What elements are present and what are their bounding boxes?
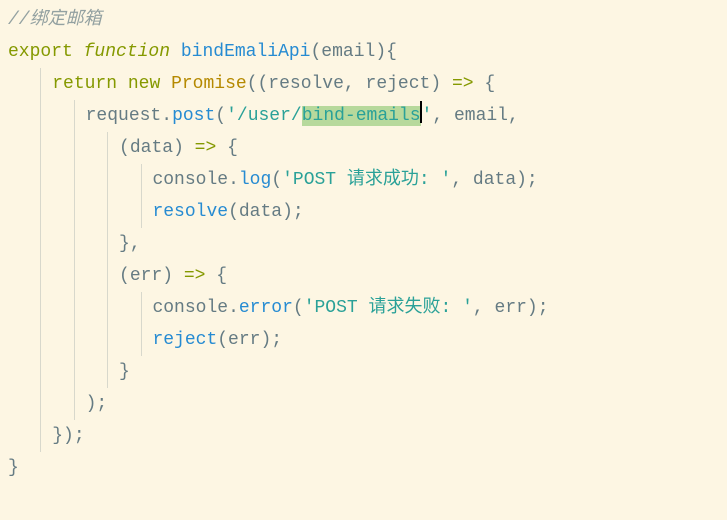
obj-console: console <box>152 298 228 318</box>
selection: bind-emails <box>302 106 421 126</box>
brace: }, <box>119 234 141 254</box>
line-13: ); <box>8 394 107 414</box>
param-err: err <box>130 266 162 286</box>
delim: ) <box>162 266 173 286</box>
delim: , <box>344 74 366 94</box>
text: , email, <box>432 106 518 126</box>
param-resolve: resolve <box>268 74 344 94</box>
line-6: console.log('POST 请求成功: ', data); <box>8 170 538 190</box>
kw-export: export <box>8 42 73 62</box>
delim: ( <box>119 138 130 158</box>
line-7: resolve(data); <box>8 202 304 222</box>
brace: } <box>8 458 19 478</box>
delim: ); <box>86 394 108 414</box>
line-10: console.error('POST 请求失败: ', err); <box>8 298 549 318</box>
kw-new: new <box>128 74 160 94</box>
fn-name: bindEmaliApi <box>181 42 311 62</box>
delim: ( <box>215 106 226 126</box>
method-log: log <box>239 170 271 190</box>
param-email: email <box>321 42 375 62</box>
obj-console: console <box>152 170 228 190</box>
string: ' <box>422 106 433 126</box>
text: , err); <box>473 298 549 318</box>
arrow: => <box>173 266 216 286</box>
delim: ( <box>293 298 304 318</box>
line-8: }, <box>8 234 141 254</box>
delim: ) <box>173 138 184 158</box>
line-14: }); <box>8 426 85 446</box>
text: (err); <box>217 330 282 350</box>
brace: { <box>484 74 495 94</box>
line-11: reject(err); <box>8 330 282 350</box>
brace: } <box>119 362 130 382</box>
comment: //绑定邮箱 <box>8 10 102 30</box>
kw-return: return <box>52 74 117 94</box>
line-12: } <box>8 362 130 382</box>
brace: { <box>216 266 227 286</box>
delim: (( <box>247 74 269 94</box>
dot: . <box>228 298 239 318</box>
dot: . <box>228 170 239 190</box>
string: 'POST 请求成功: ' <box>282 170 451 190</box>
line-2: export function bindEmaliApi(email){ <box>8 42 397 62</box>
line-15: } <box>8 458 19 478</box>
param-data: data <box>130 138 173 158</box>
line-3: return new Promise((resolve, reject) => … <box>8 74 495 94</box>
method-post: post <box>172 106 215 126</box>
param-reject: reject <box>366 74 431 94</box>
string: 'POST 请求失败: ' <box>304 298 473 318</box>
delim: }); <box>52 426 84 446</box>
obj-request: request <box>86 106 162 126</box>
delim: ( <box>310 42 321 62</box>
line-4: request.post('/user/bind-emails', email, <box>8 106 519 126</box>
fn-reject: reject <box>152 330 217 350</box>
arrow: => <box>441 74 484 94</box>
code-block: //绑定邮箱 export function bindEmaliApi(emai… <box>8 4 719 484</box>
delim: ( <box>119 266 130 286</box>
kw-function: function <box>84 42 170 62</box>
delim: ) <box>430 74 441 94</box>
string: '/user/ <box>226 106 302 126</box>
dot: . <box>161 106 172 126</box>
arrow: => <box>184 138 227 158</box>
line-9: (err) => { <box>8 266 227 286</box>
method-error: error <box>239 298 293 318</box>
type-promise: Promise <box>171 74 247 94</box>
text: (data); <box>228 202 304 222</box>
fn-resolve: resolve <box>152 202 228 222</box>
text: , data); <box>451 170 537 190</box>
line-1: //绑定邮箱 <box>8 10 102 30</box>
brace: { <box>227 138 238 158</box>
delim: ( <box>271 170 282 190</box>
line-5: (data) => { <box>8 138 238 158</box>
delim: ){ <box>375 42 397 62</box>
